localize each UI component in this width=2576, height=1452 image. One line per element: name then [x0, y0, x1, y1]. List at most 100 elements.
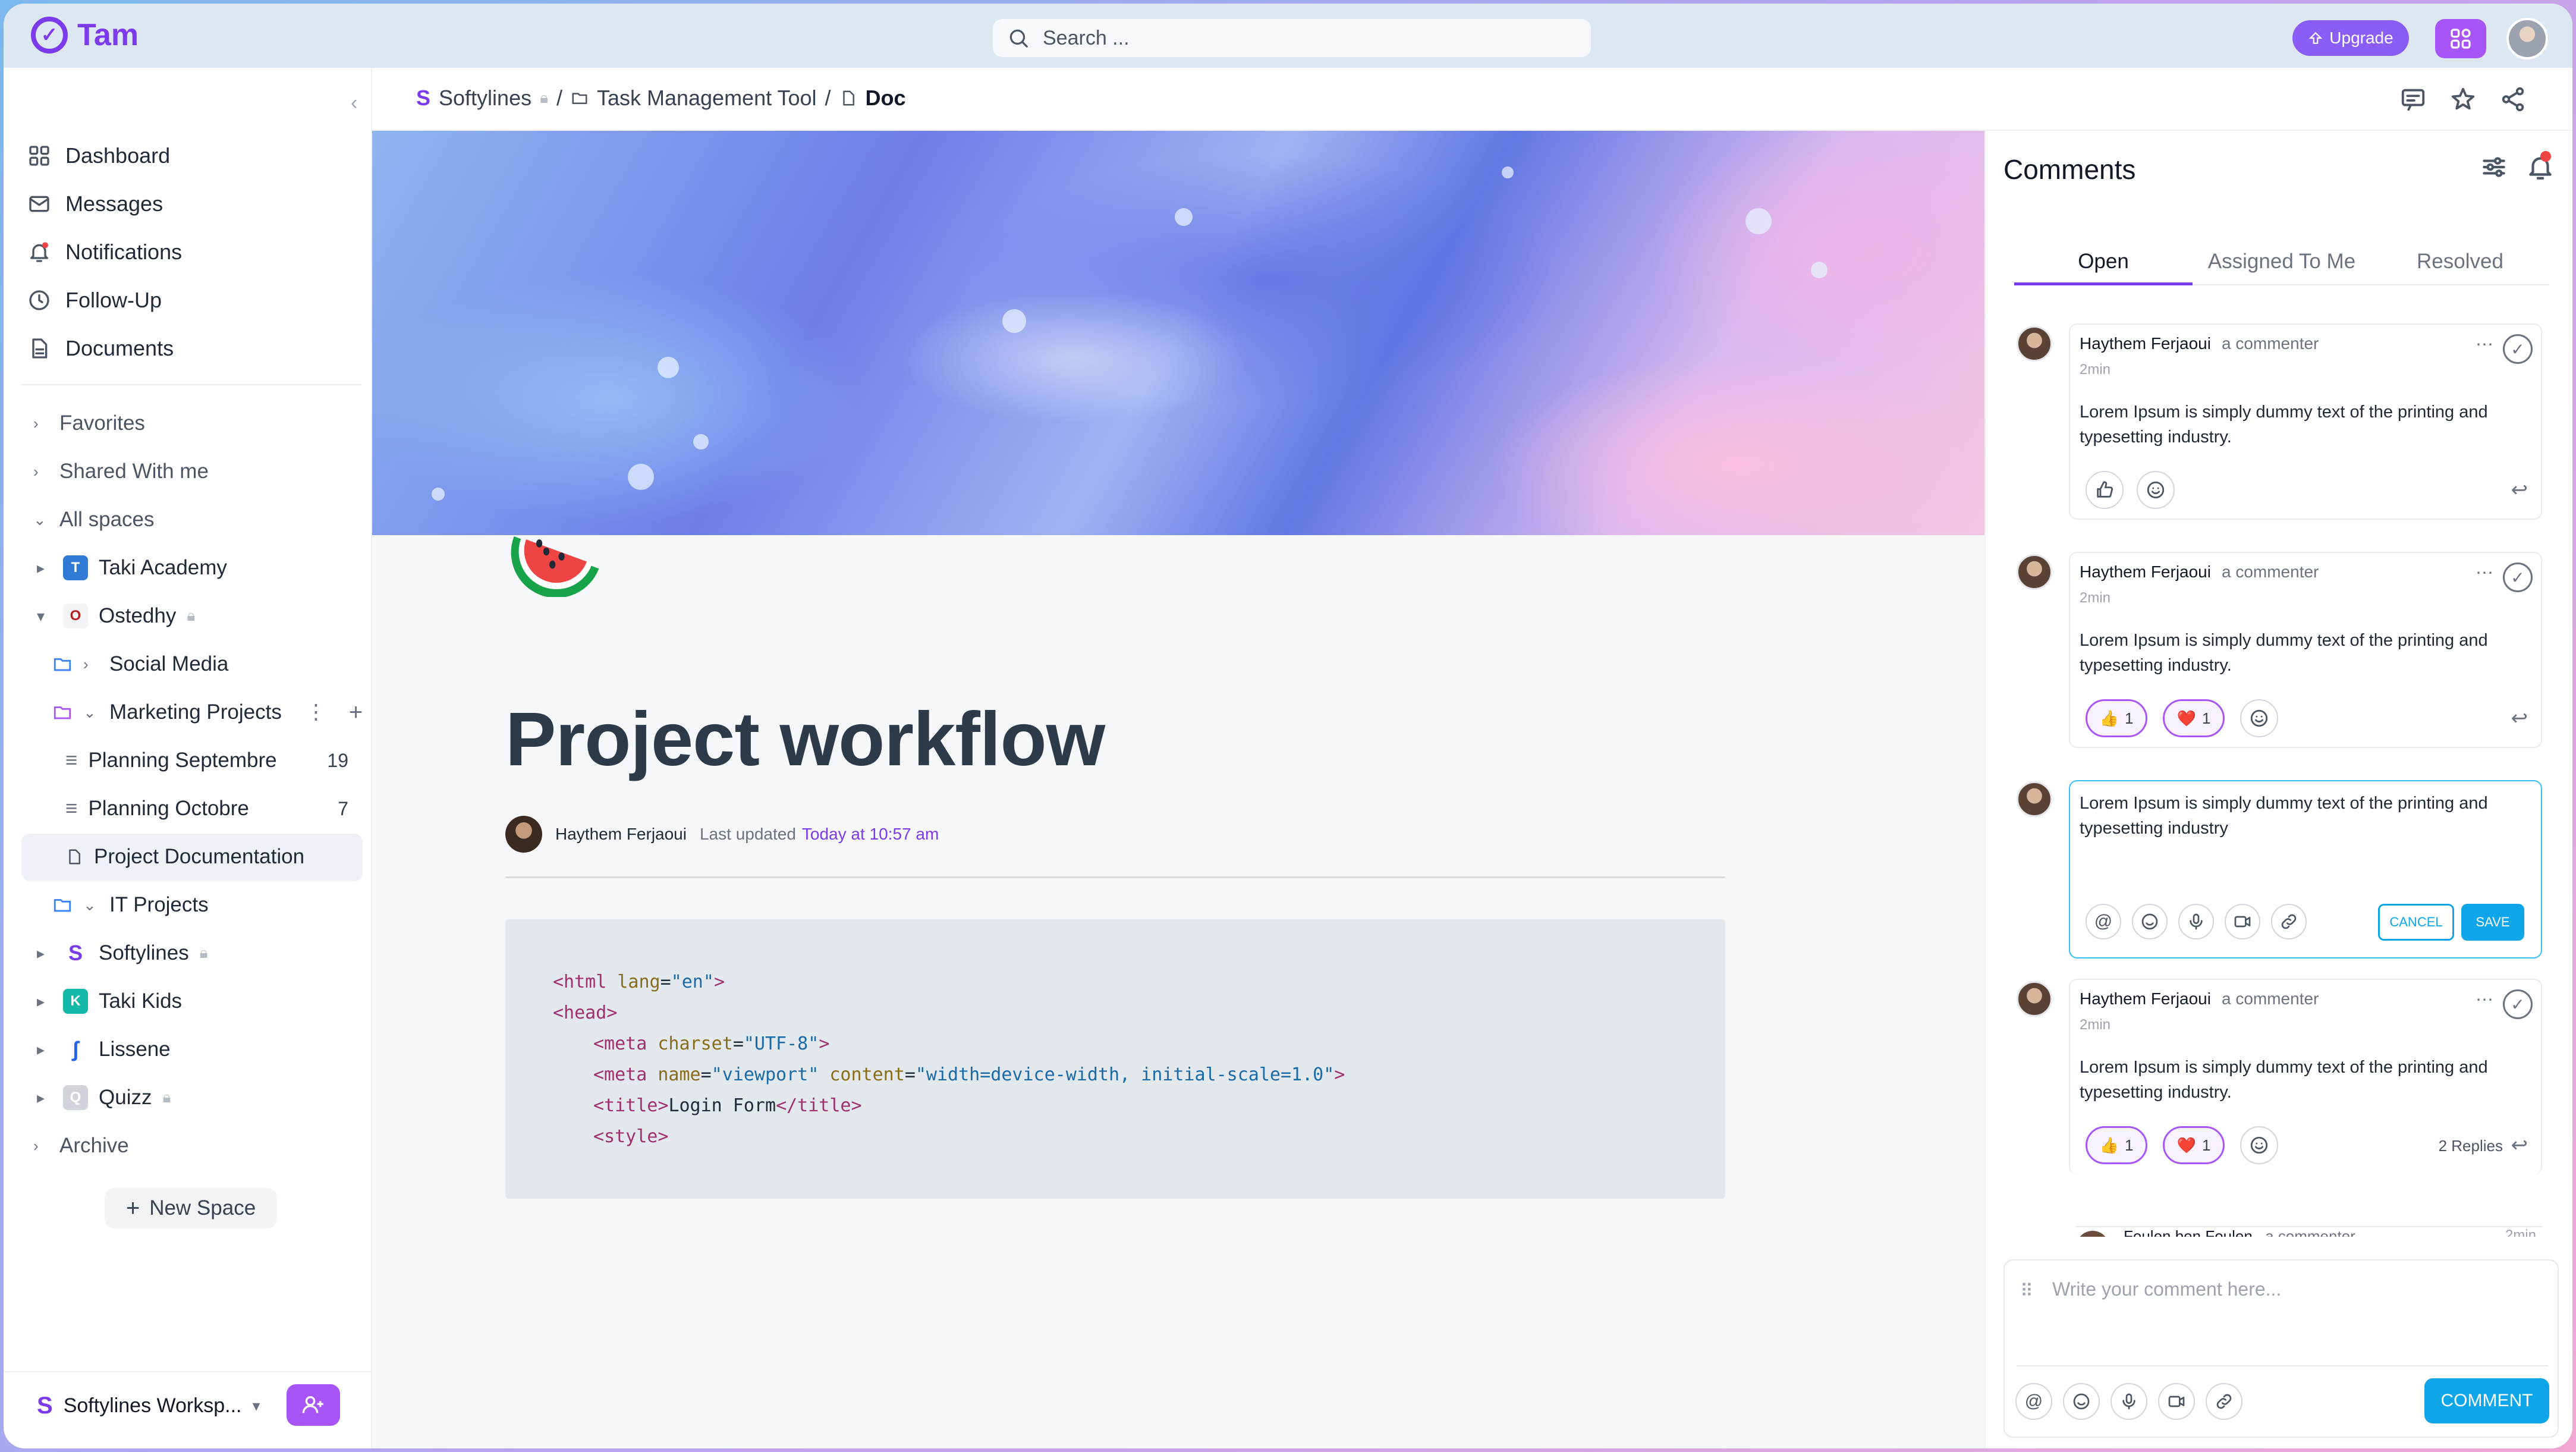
link-icon	[2281, 914, 2297, 929]
reaction-thumbs-up[interactable]: 👍 1	[2086, 699, 2147, 737]
comment-author[interactable]: Haythem Ferjaoui	[2080, 989, 2211, 1008]
attach-link-button[interactable]	[2206, 1383, 2242, 1420]
search-bar[interactable]	[993, 19, 1591, 57]
chevron-right-icon: ›	[83, 655, 89, 673]
more-options-icon[interactable]: ⋯	[2476, 562, 2493, 583]
add-icon[interactable]: +	[349, 699, 363, 726]
sidebar-item-archive[interactable]: › Archive	[33, 1126, 129, 1165]
voice-button[interactable]	[2178, 904, 2214, 939]
sidebar-item-follow-up[interactable]: Follow-Up	[27, 281, 162, 320]
share-icon[interactable]	[2499, 86, 2527, 113]
comment-author[interactable]: Haythem Ferjaoui	[2080, 562, 2211, 581]
space-ostedhy[interactable]: ▾ O Ostedhy 🔒︎	[37, 596, 195, 636]
more-options-icon[interactable]: ⋯	[2476, 989, 2493, 1010]
list-planning-septembre[interactable]: ≡ Planning Septembre 19	[65, 741, 357, 780]
collapse-sidebar-icon[interactable]: ‹	[351, 92, 357, 115]
save-button[interactable]: SAVE	[2461, 904, 2524, 941]
document-icon	[69, 849, 80, 865]
code-line: <meta charset="UTF-8">	[553, 1029, 1725, 1060]
commenter-avatar[interactable]	[2017, 981, 2052, 1017]
page-title[interactable]: Project workflow	[505, 696, 1105, 783]
attach-link-button[interactable]	[2271, 904, 2307, 939]
sidebar-item-documents[interactable]: Documents	[27, 329, 174, 368]
reply-icon[interactable]: ↩	[2511, 1133, 2528, 1157]
star-icon[interactable]	[2449, 86, 2477, 113]
cover-bubble	[1745, 208, 1772, 234]
mention-button[interactable]: @	[2015, 1383, 2052, 1420]
breadcrumb-current[interactable]: Doc	[866, 86, 906, 111]
cancel-button[interactable]: CANCEL	[2378, 904, 2454, 941]
submit-comment-button[interactable]: COMMENT	[2424, 1378, 2549, 1423]
comment-edit-text[interactable]: Lorem Ipsum is simply dummy text of the …	[2080, 791, 2531, 841]
video-button[interactable]	[2158, 1383, 2195, 1420]
space-taki-kids[interactable]: ▸ K Taki Kids	[37, 982, 182, 1021]
drag-handle-icon[interactable]: ⠿	[2020, 1281, 2034, 1302]
code-token: "width=device-width, initial-scale=1.0"	[915, 1064, 1335, 1085]
user-avatar[interactable]	[2506, 18, 2548, 59]
replies-count[interactable]: 2 Replies	[2439, 1137, 2503, 1155]
reply-icon[interactable]: ↩	[2511, 706, 2528, 730]
tab-resolved[interactable]: Resolved	[2371, 244, 2549, 284]
doc-project-documentation[interactable]: Project Documentation	[65, 837, 304, 876]
new-space-button[interactable]: + New Space	[105, 1188, 277, 1228]
breadcrumb-space[interactable]: Softylines	[439, 86, 531, 111]
commenter-avatar[interactable]	[2017, 554, 2052, 590]
emoji-button[interactable]	[2063, 1383, 2100, 1420]
invite-member-button[interactable]	[287, 1384, 340, 1426]
sidebar-item-shared[interactable]: › Shared With me	[33, 452, 209, 491]
comment-edit-card[interactable]: Lorem Ipsum is simply dummy text of the …	[2069, 780, 2542, 958]
caret-right-icon: ▸	[37, 992, 45, 1010]
comment-input[interactable]	[2052, 1278, 2540, 1350]
sidebar-item-messages[interactable]: Messages	[27, 184, 163, 224]
tab-assigned-to-me[interactable]: Assigned To Me	[2193, 244, 2371, 284]
reply-icon[interactable]: ↩	[2511, 478, 2528, 502]
app-logo[interactable]: ✓ Tam	[31, 17, 139, 54]
folder-it-projects[interactable]: ⌄ IT Projects	[52, 885, 209, 925]
comment-icon[interactable]	[2399, 86, 2427, 113]
mention-button[interactable]: @	[2086, 904, 2121, 939]
reply-preview[interactable]: Foulen ben Foulen a commenter 2min	[2076, 1226, 2542, 1237]
space-taki-academy[interactable]: ▸ T Taki Academy	[37, 548, 227, 587]
upgrade-button[interactable]: Upgrade	[2292, 20, 2409, 56]
voice-button[interactable]	[2111, 1383, 2147, 1420]
workspace-switcher[interactable]: S Softylines Worksp... ▾	[37, 1393, 260, 1419]
reaction-heart[interactable]: ❤️ 1	[2163, 1126, 2225, 1164]
reaction-thumbs-up[interactable]: 👍 1	[2086, 1126, 2147, 1164]
search-input[interactable]	[1043, 26, 1530, 50]
code-block[interactable]: <html lang="en"> <head> <meta charset="UTF…	[505, 919, 1725, 1199]
reaction-heart[interactable]: ❤️ 1	[2163, 699, 2225, 737]
breadcrumb-folder[interactable]: Task Management Tool	[597, 86, 817, 111]
cover-image[interactable]	[372, 131, 1984, 535]
comment-author[interactable]: Haythem Ferjaoui	[2080, 334, 2211, 353]
commenter-avatar[interactable]	[2017, 326, 2052, 362]
space-quizz[interactable]: ▸ Q Quizz 🔒︎	[37, 1078, 171, 1117]
space-lissene[interactable]: ▸ ʃ Lissene	[37, 1030, 171, 1069]
author-avatar[interactable]	[505, 816, 542, 853]
add-reaction-button[interactable]	[2240, 699, 2278, 737]
folder-social-media[interactable]: › Social Media	[52, 645, 228, 684]
current-user-avatar[interactable]	[2017, 781, 2052, 817]
caret-down-icon: ▾	[37, 606, 45, 625]
list-planning-octobre[interactable]: ≡ Planning Octobre 7	[65, 789, 357, 828]
resolve-check-icon[interactable]: ✓	[2503, 334, 2533, 364]
emoji-button[interactable]	[2132, 904, 2168, 939]
space-softylines[interactable]: ▸ S Softylines 🔒︎	[37, 934, 208, 973]
watermelon-emoji-icon[interactable]	[506, 496, 607, 597]
resolve-check-icon[interactable]: ✓	[2503, 562, 2533, 592]
tab-open[interactable]: Open	[2014, 244, 2193, 285]
sidebar-item-favorites[interactable]: › Favorites	[33, 404, 145, 443]
more-options-icon[interactable]: ⋮	[306, 700, 326, 724]
like-button[interactable]	[2086, 471, 2124, 509]
sidebar-item-dashboard[interactable]: Dashboard	[27, 136, 170, 175]
sidebar-item-notifications[interactable]: Notifications	[27, 232, 182, 272]
add-reaction-button[interactable]	[2137, 471, 2175, 509]
more-options-icon[interactable]: ⋯	[2476, 334, 2493, 355]
folder-marketing-projects[interactable]: ⌄ Marketing Projects ⋮ +	[52, 693, 363, 732]
filter-sliders-icon[interactable]	[2479, 152, 2509, 182]
video-button[interactable]	[2225, 904, 2260, 939]
apps-button[interactable]	[2435, 19, 2486, 58]
resolve-check-icon[interactable]: ✓	[2503, 989, 2533, 1019]
add-reaction-button[interactable]	[2240, 1126, 2278, 1164]
sidebar-item-all-spaces[interactable]: ⌄ All spaces	[33, 500, 155, 539]
